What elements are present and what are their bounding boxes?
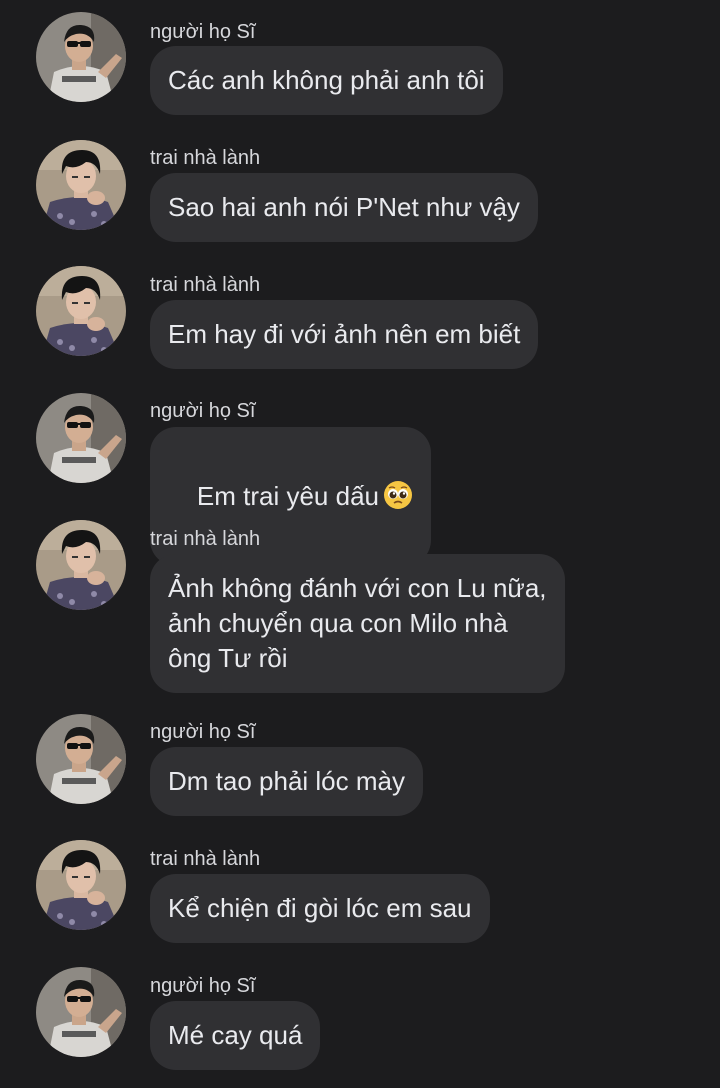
message-bubble[interactable]: Sao hai anh nói P'Net như vậy (150, 173, 538, 242)
sender-name: người họ Sĩ (150, 975, 256, 997)
sunglasses-man-avatar[interactable] (36, 714, 126, 804)
message-bubble[interactable]: Dm tao phải lóc mày (150, 747, 423, 816)
dark-hair-man-avatar[interactable] (36, 520, 126, 610)
sender-name: trai nhà lành (150, 147, 261, 169)
dark-hair-man-avatar[interactable] (36, 140, 126, 230)
sender-name: người họ Sĩ (150, 721, 256, 743)
dark-hair-man-avatar[interactable] (36, 266, 126, 356)
sunglasses-man-avatar[interactable] (36, 967, 126, 1057)
sunglasses-man-avatar[interactable] (36, 393, 126, 483)
sender-name: người họ Sĩ (150, 400, 256, 422)
sender-name: người họ Sĩ (150, 21, 256, 43)
dark-hair-man-avatar[interactable] (36, 840, 126, 930)
pleading-face-emoji-icon (383, 480, 413, 510)
sender-name: trai nhà lành (150, 528, 261, 550)
message-bubble[interactable]: Các anh không phải anh tôi (150, 46, 503, 115)
message-bubble[interactable]: Kể chiện đi gòi lóc em sau (150, 874, 490, 943)
sunglasses-man-avatar[interactable] (36, 12, 126, 102)
message-bubble[interactable]: Em hay đi với ảnh nên em biết (150, 300, 539, 369)
message-bubble[interactable]: Ảnh không đánh với con Lu nữa, ảnh chuyể… (150, 554, 565, 693)
sender-name: trai nhà lành (150, 274, 261, 296)
message-bubble[interactable]: Mé cay quá (150, 1001, 321, 1070)
message-text: Em trai yêu dấu (196, 481, 379, 511)
sender-name: trai nhà lành (150, 848, 261, 870)
